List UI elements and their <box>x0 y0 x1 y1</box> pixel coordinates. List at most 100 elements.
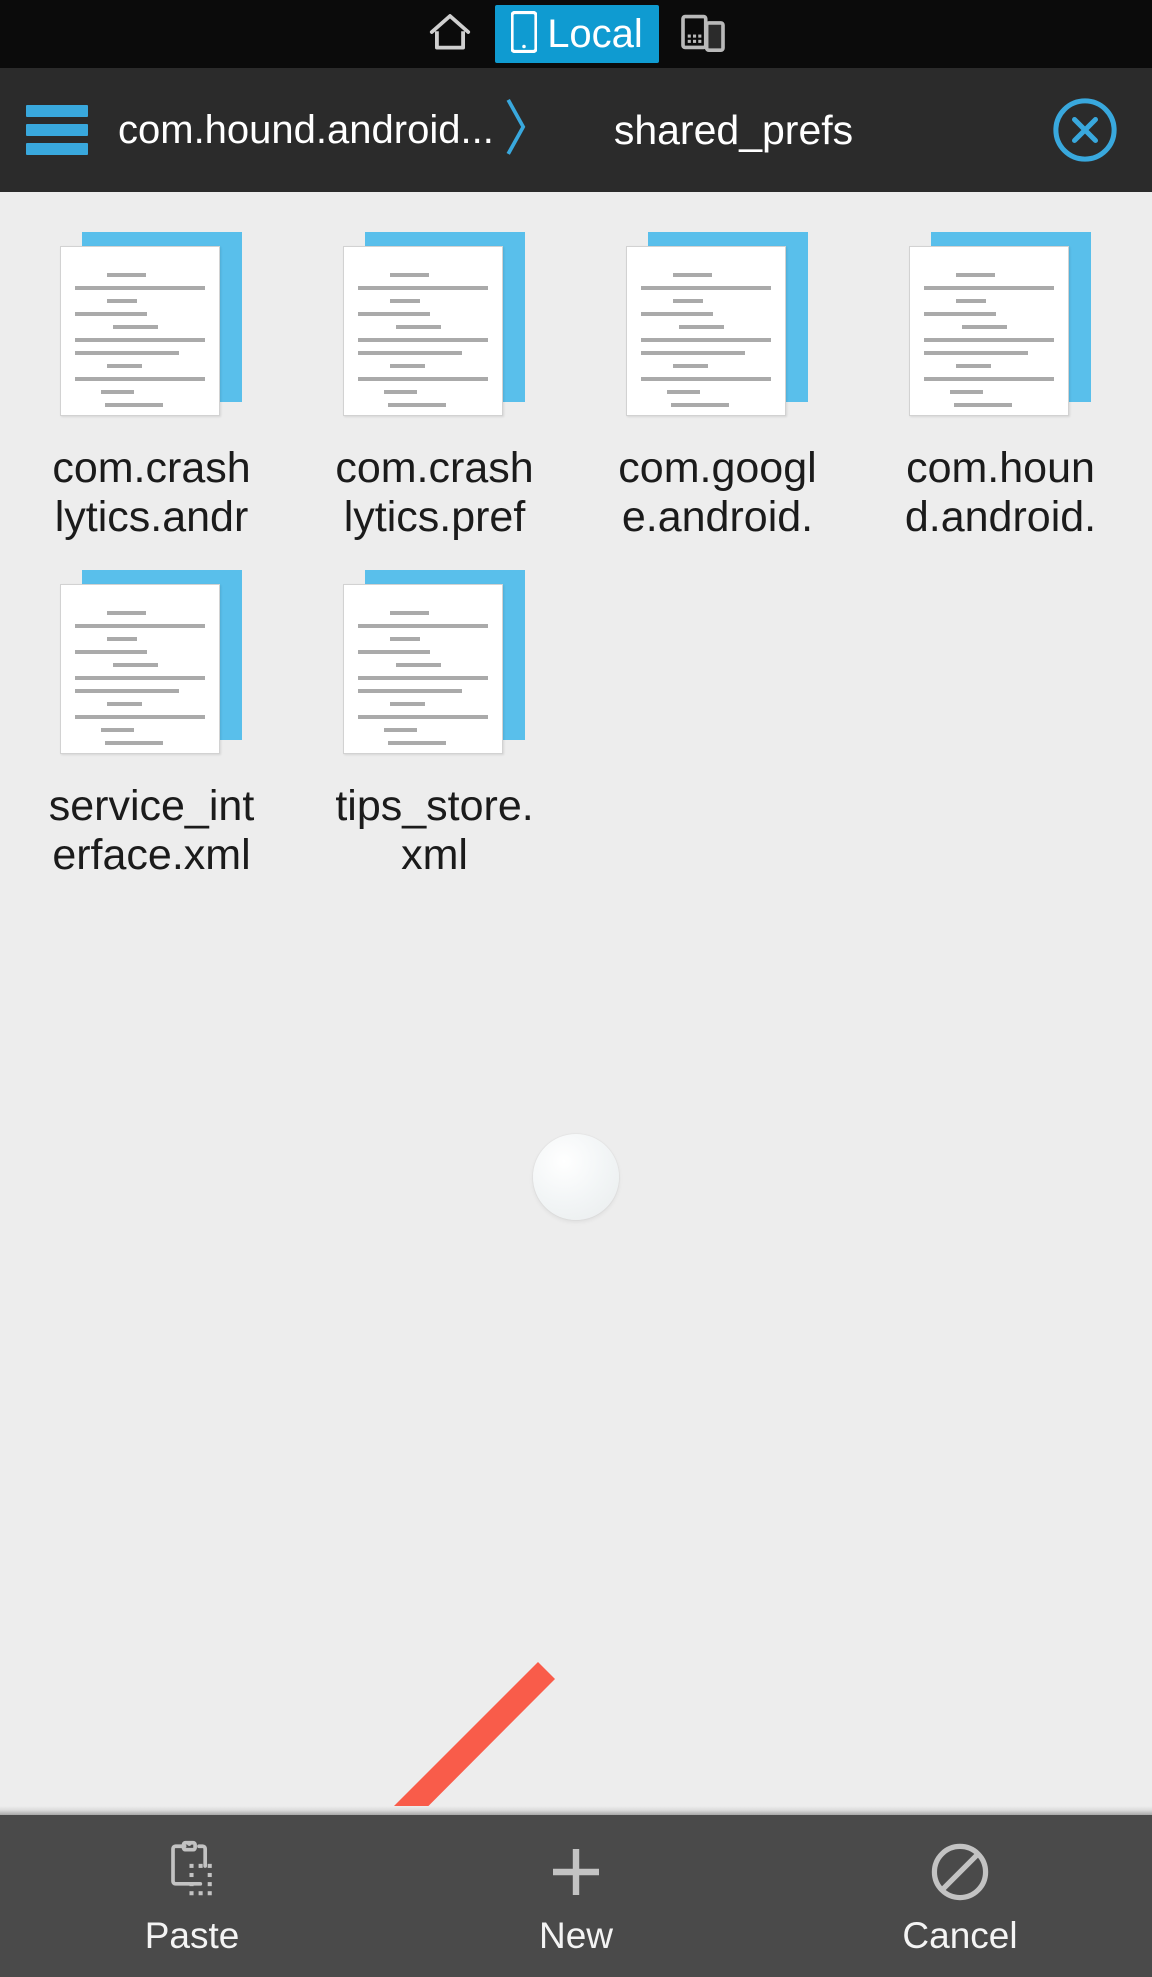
file-icon-text-line <box>104 403 163 407</box>
file-icon-text-line <box>953 403 1012 407</box>
file-icon-text-line <box>74 715 205 719</box>
file-icon-text-line <box>672 273 712 277</box>
file-icon-text-line <box>357 689 462 693</box>
file-icon-text-line <box>955 299 986 303</box>
file-icon-text-line <box>389 299 420 303</box>
file-item[interactable]: com.crash lytics.pref <box>293 210 576 542</box>
file-icon-text-line <box>357 338 488 342</box>
paste-button-label: Paste <box>144 1915 240 1956</box>
file-icon-text-line <box>389 637 420 641</box>
file-icon-text-line <box>389 364 426 368</box>
file-icon-text-line <box>923 338 1054 342</box>
new-button[interactable]: New <box>384 1815 768 1977</box>
clipboard-paste-icon <box>161 1836 223 1908</box>
tab-home[interactable] <box>405 0 495 68</box>
bottom-action-bar: Paste New Cancel <box>0 1806 1152 1977</box>
file-icon-text-line <box>74 312 148 316</box>
file-icon-text-line <box>357 286 488 290</box>
file-icon-text-line <box>106 637 137 641</box>
file-icon-text-line <box>106 273 146 277</box>
file-icon-text-line <box>357 676 488 680</box>
file-icon-text-line <box>100 728 135 732</box>
file-icon-text-line <box>678 325 724 329</box>
xml-file-icon <box>908 232 1093 422</box>
file-icon-text-line <box>357 312 431 316</box>
file-grid-area[interactable]: com.crash lytics.andr com.crash lytics.pr… <box>0 192 1152 1814</box>
file-icon-text-line <box>640 338 771 342</box>
file-manager-screen: Local com.hound.android... 〉 shared_pref… <box>0 0 1152 1977</box>
file-icon-text-line <box>389 702 426 706</box>
file-icon-text-line <box>923 312 997 316</box>
paste-button[interactable]: Paste <box>0 1815 384 1977</box>
file-item[interactable]: com.houn d.android. <box>859 210 1142 542</box>
file-icon-text-line <box>74 286 205 290</box>
file-icon-page <box>342 246 503 416</box>
file-icon-text-line <box>357 650 431 654</box>
file-icon-text-line <box>961 325 1007 329</box>
file-icon-text-line <box>106 702 143 706</box>
file-item[interactable]: com.crash lytics.andr <box>10 210 293 542</box>
xml-file-icon <box>59 232 244 422</box>
tab-local[interactable]: Local <box>495 5 659 63</box>
file-item[interactable]: com.googl e.android. <box>576 210 859 542</box>
tab-local-label: Local <box>547 12 643 56</box>
file-icon-text-line <box>74 351 179 355</box>
breadcrumb-current[interactable]: shared_prefs <box>614 107 853 154</box>
file-item-label: com.googl e.android. <box>618 444 817 541</box>
file-icon-text-line <box>640 312 714 316</box>
remote-devices-icon <box>680 12 725 57</box>
file-icon-text-line <box>357 715 488 719</box>
file-item[interactable]: tips_store. xml <box>293 548 576 880</box>
file-icon-text-line <box>383 390 418 394</box>
close-circle-icon[interactable] <box>1052 97 1118 163</box>
hamburger-menu-icon[interactable] <box>26 105 88 155</box>
file-item-label: com.crash lytics.andr <box>52 444 251 541</box>
file-icon-text-line <box>74 676 205 680</box>
file-icon-text-line <box>387 741 446 745</box>
tab-remote-devices[interactable] <box>659 0 747 68</box>
file-icon-text-line <box>100 390 135 394</box>
new-button-label: New <box>538 1915 614 1956</box>
cancel-button-label: Cancel <box>902 1915 1018 1956</box>
file-icon-text-line <box>74 689 179 693</box>
xml-file-icon <box>342 570 527 760</box>
breadcrumb-parent[interactable]: com.hound.android... <box>118 108 494 153</box>
file-icon-page <box>59 584 220 754</box>
file-icon-text-line <box>387 403 446 407</box>
file-icon-page <box>342 584 503 754</box>
file-icon-page <box>59 246 220 416</box>
file-icon-text-line <box>389 273 429 277</box>
hamburger-bar <box>26 105 88 117</box>
hamburger-bar <box>26 143 88 155</box>
file-grid: com.crash lytics.andr com.crash lytics.pr… <box>0 192 1152 880</box>
file-icon-text-line <box>640 286 771 290</box>
file-icon-text-line <box>106 364 143 368</box>
loading-puck <box>533 1134 619 1220</box>
home-icon <box>427 12 473 57</box>
file-item-label: tips_store. xml <box>335 782 534 879</box>
file-icon-text-line <box>357 624 488 628</box>
breadcrumb-separator-icon: 〉 <box>503 96 556 164</box>
breadcrumb-bar: com.hound.android... 〉 shared_prefs <box>0 68 1152 240</box>
file-icon-text-line <box>74 624 205 628</box>
file-icon-text-line <box>670 403 729 407</box>
file-icon-text-line <box>923 286 1054 290</box>
file-item-label: com.crash lytics.pref <box>335 444 534 541</box>
file-icon-page <box>625 246 786 416</box>
file-item-label: service_int erface.xml <box>48 782 255 879</box>
file-item-label: com.houn d.android. <box>904 444 1097 541</box>
file-icon-text-line <box>106 299 137 303</box>
file-icon-text-line <box>923 351 1028 355</box>
file-icon-text-line <box>395 325 441 329</box>
file-icon-text-line <box>395 663 441 667</box>
xml-file-icon <box>59 570 244 760</box>
xml-file-icon <box>625 232 810 422</box>
file-icon-text-line <box>640 377 771 381</box>
file-icon-text-line <box>106 611 146 615</box>
file-icon-text-line <box>389 611 429 615</box>
cancel-button[interactable]: Cancel <box>768 1815 1152 1977</box>
phone-icon <box>510 10 538 58</box>
file-icon-text-line <box>955 273 995 277</box>
file-icon-text-line <box>357 377 488 381</box>
file-item[interactable]: service_int erface.xml <box>10 548 293 880</box>
